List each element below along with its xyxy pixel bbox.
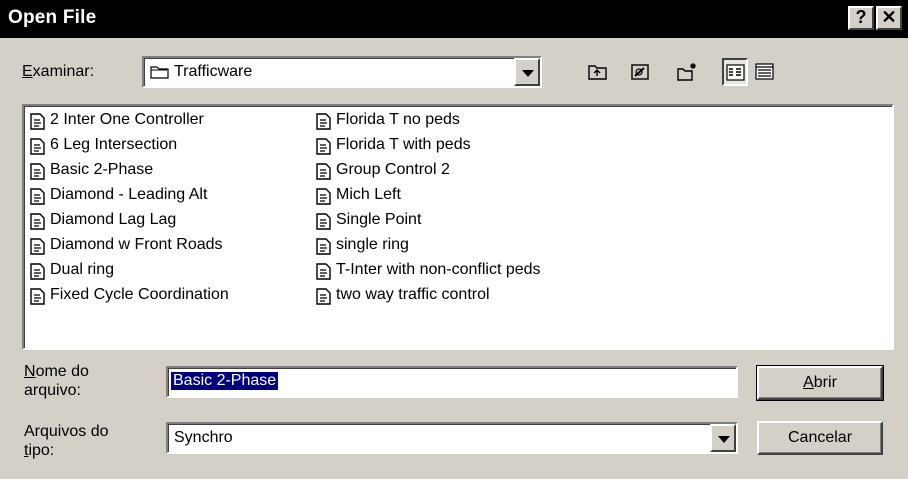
filetype-label-line2: tipo: [24,441,109,460]
open-file-dialog: Open File ? ✕ Examinar: Trafficware 2 In… [0,0,908,479]
file-name: Fixed Cycle Coordination [50,286,229,303]
filename-label: Nome do arquivo: [24,362,89,400]
file-name: 6 Leg Intersection [50,136,178,153]
help-button[interactable]: ? [848,6,874,30]
filetype-dropdown-button[interactable] [710,424,736,452]
document-icon [316,263,331,280]
document-icon [30,263,45,280]
document-icon [30,188,45,205]
file-name: Group Control 2 [336,161,450,178]
file-name: single ring [336,236,409,253]
file-name: Basic 2-Phase [50,161,154,178]
lookin-label-accel: E [22,63,33,80]
lookin-dropdown-button[interactable] [514,58,540,86]
document-icon [30,138,45,155]
close-button[interactable]: ✕ [876,6,902,30]
up-folder-icon [588,65,607,80]
chevron-down-icon [718,436,730,443]
document-icon [316,288,331,305]
cancel-button[interactable]: Cancelar [757,421,883,455]
filetype-combobox[interactable]: Synchro [166,422,738,454]
filetype-label: Arquivos do tipo: [24,422,109,460]
filetype-label-text: ipo: [28,442,55,459]
document-icon [316,138,331,155]
window-title: Open File [8,7,97,28]
file-name: two way traffic control [336,286,490,303]
document-icon [316,238,331,255]
file-name: Diamond - Leading Alt [50,186,208,203]
filetype-value: Synchro [174,429,233,446]
open-button[interactable]: Abrir [756,365,884,401]
filename-label-text: ome do [35,363,89,380]
title-bar[interactable]: Open File ? ✕ [0,0,908,38]
filename-value: Basic 2-Phase [171,372,279,390]
open-button-label: brir [813,374,837,391]
list-view-button[interactable] [722,58,748,86]
details-view-button[interactable] [752,58,778,86]
open-button-accel: A [803,374,814,391]
filename-label-line1: Nome do [24,362,89,381]
lookin-combobox[interactable]: Trafficware [142,56,542,88]
file-name: 2 Inter One Controller [50,111,204,128]
document-icon [30,288,45,305]
new-folder-icon [677,63,696,81]
document-icon [30,163,45,180]
filename-label-accel: N [24,363,36,380]
chevron-down-icon [522,70,534,77]
filename-label-line2: arquivo: [24,382,81,399]
file-name: Florida T no peds [336,111,460,128]
lookin-value: Trafficware [174,63,253,80]
details-view-icon [755,63,774,80]
file-name: Diamond Lag Lag [50,211,177,228]
file-name: Diamond w Front Roads [50,236,223,253]
lookin-label-text: xaminar: [32,63,95,80]
file-list[interactable]: 2 Inter One Controller 6 Leg Intersectio… [22,104,894,350]
desktop-icon [631,64,649,80]
create-new-folder-button[interactable] [674,58,700,86]
lookin-label: Examinar: [22,63,94,81]
filename-input[interactable]: Basic 2-Phase [166,366,738,398]
document-icon [30,113,45,130]
file-name: Dual ring [50,261,115,278]
go-to-desktop-button[interactable] [627,58,653,86]
folder-icon [150,66,169,79]
file-name: Florida T with peds [336,136,471,153]
file-name: T-Inter with non-conflict peds [336,261,541,278]
list-view-icon [726,64,745,81]
up-one-level-button[interactable] [585,58,611,86]
filetype-label-line1: Arquivos do [24,423,109,440]
document-icon [316,113,331,130]
document-icon [316,163,331,180]
file-name: Single Point [336,211,422,228]
document-icon [316,213,331,230]
document-icon [316,188,331,205]
file-name: Mich Left [336,186,401,203]
document-icon [30,213,45,230]
document-icon [30,238,45,255]
